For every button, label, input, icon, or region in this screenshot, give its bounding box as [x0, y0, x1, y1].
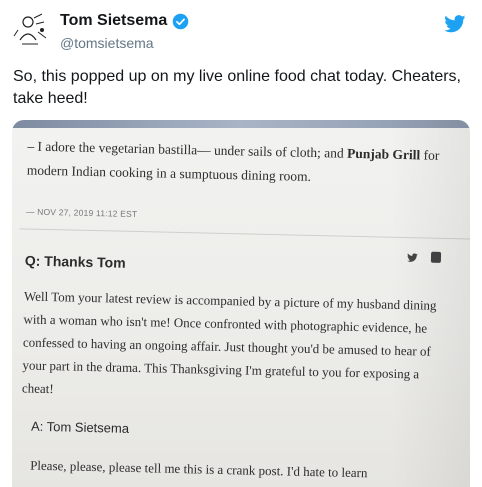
- avatar-drawing-icon: [10, 10, 50, 50]
- photo-paragraph-1: – I adore the vegetarian bastilla— under…: [27, 134, 468, 192]
- avatar[interactable]: [10, 10, 50, 50]
- author-handle[interactable]: @tomsietsema: [60, 35, 154, 51]
- tweet-photo[interactable]: – I adore the vegetarian bastilla— under…: [12, 120, 470, 487]
- photo-question-title: Q: Thanks Tom: [24, 252, 126, 271]
- photo-paragraph-1-start: – I adore the vegetarian bastilla— under…: [27, 138, 348, 161]
- photo-twitter-share-icon: [407, 253, 418, 262]
- author-row: Tom Sietsema: [60, 12, 189, 30]
- author-name[interactable]: Tom Sietsema: [60, 12, 167, 30]
- photo-answer-title: A: Tom Sietsema: [30, 418, 130, 436]
- photo-answer-body: Please, please, please tell me this is a…: [30, 457, 368, 481]
- photo-divider: [19, 228, 470, 240]
- tweet-card: Tom Sietsema @tomsietsema So, this poppe…: [0, 0, 482, 487]
- tweet-text: So, this popped up on my live online foo…: [13, 68, 461, 107]
- photo-page-content: – I adore the vegetarian bastilla— under…: [12, 120, 470, 487]
- photo-timestamp: — NOV 27, 2019 11:12 EST: [25, 206, 138, 220]
- photo-paragraph-1-bold: Punjab Grill: [346, 145, 421, 163]
- photo-facebook-share-icon: [430, 251, 442, 263]
- twitter-bird-icon[interactable]: [444, 15, 466, 33]
- photo-question-body: Well Tom your latest review is accompani…: [21, 288, 437, 397]
- verified-badge-icon: [173, 13, 189, 29]
